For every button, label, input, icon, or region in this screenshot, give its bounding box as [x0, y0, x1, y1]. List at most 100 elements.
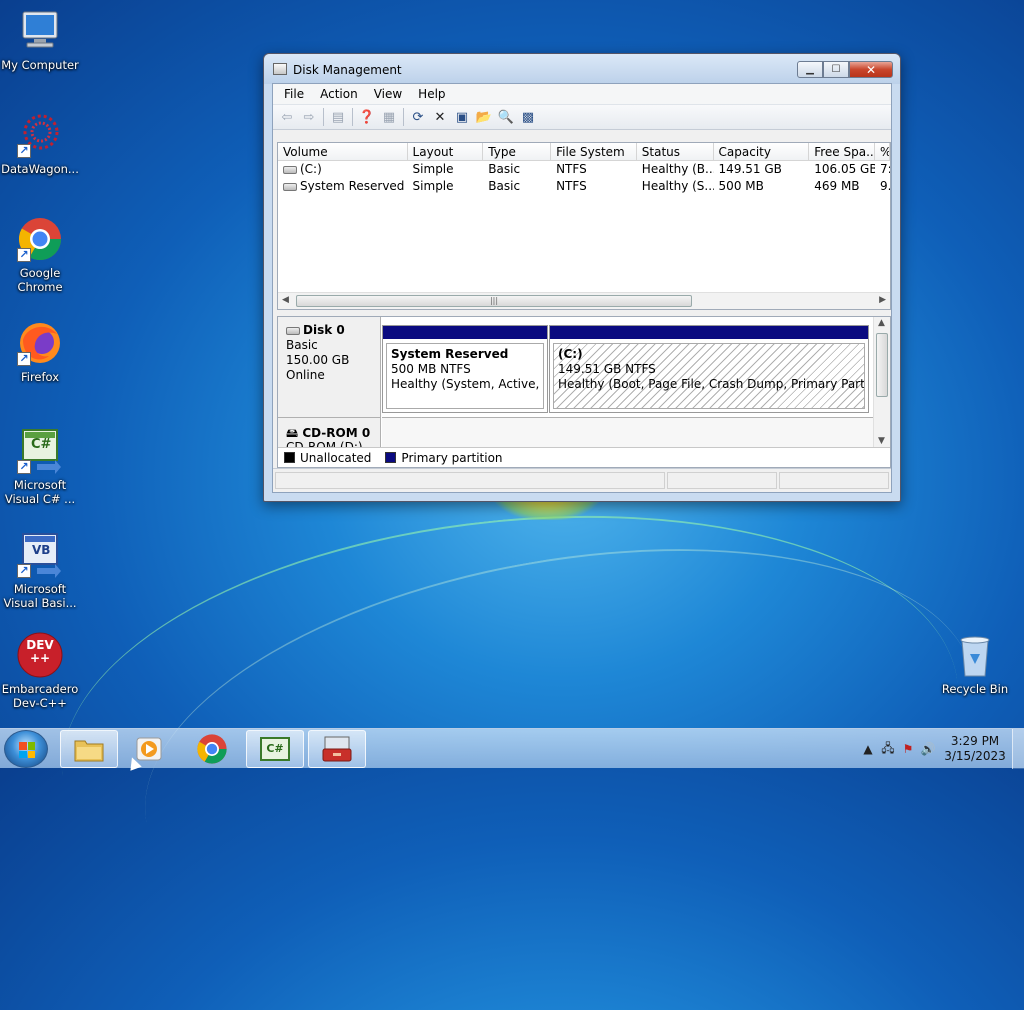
column-header-volume[interactable]: Volume — [278, 143, 408, 160]
drive-icon — [283, 165, 297, 174]
partition-c-drive[interactable]: (C:) 149.51 GB NTFS Healthy (Boot, Page … — [549, 325, 869, 413]
menu-help[interactable]: Help — [410, 87, 453, 101]
desktop-icon-label: Firefox — [20, 370, 60, 384]
scroll-up-icon[interactable]: ▲ — [878, 318, 885, 328]
taskbar-chrome[interactable] — [183, 730, 241, 768]
dev-cpp-glyph: DEV ++ — [26, 638, 54, 665]
horizontal-scrollbar[interactable]: ◀ ||| ▶ — [278, 292, 890, 309]
show-hide-icon[interactable]: ▦ — [378, 107, 400, 127]
volume-list[interactable]: Volume Layout Type File System Status Ca… — [277, 142, 891, 310]
minimize-icon: ▁ — [806, 64, 814, 75]
table-cell: Healthy (B... — [641, 162, 714, 176]
legend-swatch — [284, 452, 295, 463]
table-cell: 469 MB — [814, 179, 860, 193]
show-desktop-button[interactable] — [1012, 729, 1024, 769]
action-center-icon[interactable]: ⚑ — [898, 742, 918, 756]
toolbar: ⇦ ⇨ ▤ ❓ ▦ ⟳ ✕ ▣ 📂 🔍 ▩ — [273, 104, 891, 130]
minimize-button[interactable]: ▁ — [797, 61, 823, 78]
column-header-layout[interactable]: Layout — [408, 143, 484, 160]
column-header-status[interactable]: Status — [637, 143, 714, 160]
open-folder-icon[interactable]: 📂 — [473, 107, 495, 127]
window-client: File Action View Help ⇦ ⇨ ▤ ❓ ▦ ⟳ ✕ ▣ 📂 … — [272, 83, 892, 493]
windows-logo-icon — [19, 742, 35, 758]
desktop-icon-visual-basic[interactable]: VB ↗ Microsoft Visual Basi... — [0, 532, 80, 610]
table-row[interactable]: System Reserved Simple Basic NTFS Health… — [278, 178, 890, 195]
menu-bar: File Action View Help — [273, 84, 891, 104]
shortcut-arrow-icon: ↗ — [17, 144, 31, 158]
maximize-button[interactable]: ☐ — [823, 61, 849, 78]
recycle-bin-icon — [952, 632, 998, 678]
search-icon[interactable]: 🔍 — [495, 107, 517, 127]
desktop-icon-label: Microsoft Visual C# ... — [4, 478, 76, 506]
table-cell: Simple — [412, 179, 454, 193]
scroll-left-icon[interactable]: ◀ — [282, 295, 289, 305]
status-bar — [273, 468, 891, 492]
column-header-type[interactable]: Type — [483, 143, 552, 160]
clock-time: 3:29 PM — [950, 734, 1000, 748]
table-cell: Basic — [488, 162, 521, 176]
table-cell: 500 MB — [718, 179, 764, 193]
column-header-file-system[interactable]: File System — [551, 143, 637, 160]
graphical-disk-view[interactable]: Disk 0 Basic 150.00 GB Online System Res… — [277, 316, 891, 468]
column-header-capacity[interactable]: Capacity — [714, 143, 810, 160]
menu-file[interactable]: File — [276, 87, 312, 101]
console-tree-icon[interactable]: ▤ — [327, 107, 349, 127]
status-segment — [779, 472, 889, 489]
desktop-icon-visual-csharp[interactable]: C# ↗ Microsoft Visual C# ... — [0, 428, 80, 506]
clock-date: 3/15/2023 — [944, 749, 1006, 763]
desktop-icon-datawagon[interactable]: ↗ DataWagon... — [0, 112, 80, 176]
disk-icon — [286, 326, 300, 335]
menu-action[interactable]: Action — [312, 87, 366, 101]
back-icon[interactable]: ⇦ — [276, 107, 298, 127]
legend-item: Unallocated — [284, 451, 371, 465]
partition-size: 500 MB NTFS — [391, 362, 471, 376]
properties-icon[interactable]: ▣ — [451, 107, 473, 127]
table-cell: 106.05 GB — [814, 162, 876, 176]
forward-icon[interactable]: ⇨ — [298, 107, 320, 127]
desktop-icon-label: Microsoft Visual Basi... — [3, 582, 77, 610]
toolbar-separator — [323, 108, 324, 126]
scrollbar-thumb[interactable]: ||| — [296, 295, 692, 307]
settings-icon[interactable]: ▩ — [517, 107, 539, 127]
help-icon[interactable]: ❓ — [356, 107, 378, 127]
delete-icon[interactable]: ✕ — [429, 107, 451, 127]
table-cell: System Reserved — [300, 179, 405, 193]
table-cell: 7: — [880, 162, 890, 176]
visual-basic-icon: VB ↗ — [17, 532, 63, 578]
vertical-scrollbar[interactable]: ▲ ▼ — [873, 317, 890, 447]
taskbar-visual-csharp[interactable]: C# — [246, 730, 304, 768]
desktop-icon-my-computer[interactable]: My Computer — [0, 8, 80, 72]
volume-icon[interactable]: 🔊 — [918, 742, 938, 756]
disk-management-app-icon — [273, 63, 287, 75]
table-row[interactable]: (C:) Simple Basic NTFS Healthy (B... 149… — [278, 161, 890, 178]
close-icon: ✕ — [865, 62, 877, 77]
partition-system-reserved[interactable]: System Reserved 500 MB NTFS Healthy (Sys… — [382, 325, 548, 413]
table-cell: Simple — [412, 162, 454, 176]
shortcut-arrow-icon: ↗ — [17, 248, 31, 262]
desktop-icon-google-chrome[interactable]: ↗ Google Chrome — [0, 216, 80, 294]
column-header-free-space[interactable]: Free Spa... — [809, 143, 876, 160]
column-header-percent-free[interactable]: % — [875, 143, 890, 160]
scrollbar-thumb[interactable] — [876, 333, 888, 397]
legend-swatch — [385, 452, 397, 463]
desktop-icon-recycle-bin[interactable]: Recycle Bin — [935, 632, 1015, 696]
disk-0-info[interactable]: Disk 0 Basic 150.00 GB Online — [278, 317, 381, 417]
network-icon[interactable]: 🖧 — [878, 739, 898, 760]
disk-management-window[interactable]: Disk Management ▁ ☐ ✕ File Action View H… — [263, 53, 901, 502]
scroll-right-icon[interactable]: ▶ — [879, 295, 886, 305]
desktop-icon-firefox[interactable]: ↗ Firefox — [0, 320, 80, 384]
taskbar-disk-management[interactable] — [308, 730, 366, 768]
window-titlebar[interactable]: Disk Management ▁ ☐ ✕ — [264, 54, 900, 84]
firefox-icon: ↗ — [17, 320, 63, 366]
start-button[interactable] — [4, 730, 48, 768]
desktop-icon-dev-cpp[interactable]: DEV ++ Embarcadero Dev-C++ — [0, 632, 80, 710]
taskbar-explorer[interactable] — [60, 730, 118, 768]
visual-csharp-icon: C# — [260, 737, 290, 761]
close-button[interactable]: ✕ — [849, 61, 893, 78]
menu-view[interactable]: View — [366, 87, 410, 101]
clock[interactable]: 3:29 PM 3/15/2023 — [938, 734, 1012, 764]
show-hidden-icons-icon[interactable]: ▲ — [858, 742, 878, 756]
partition-size: 149.51 GB NTFS — [558, 362, 656, 376]
refresh-icon[interactable]: ⟳ — [407, 107, 429, 127]
scroll-down-icon[interactable]: ▼ — [878, 436, 885, 446]
